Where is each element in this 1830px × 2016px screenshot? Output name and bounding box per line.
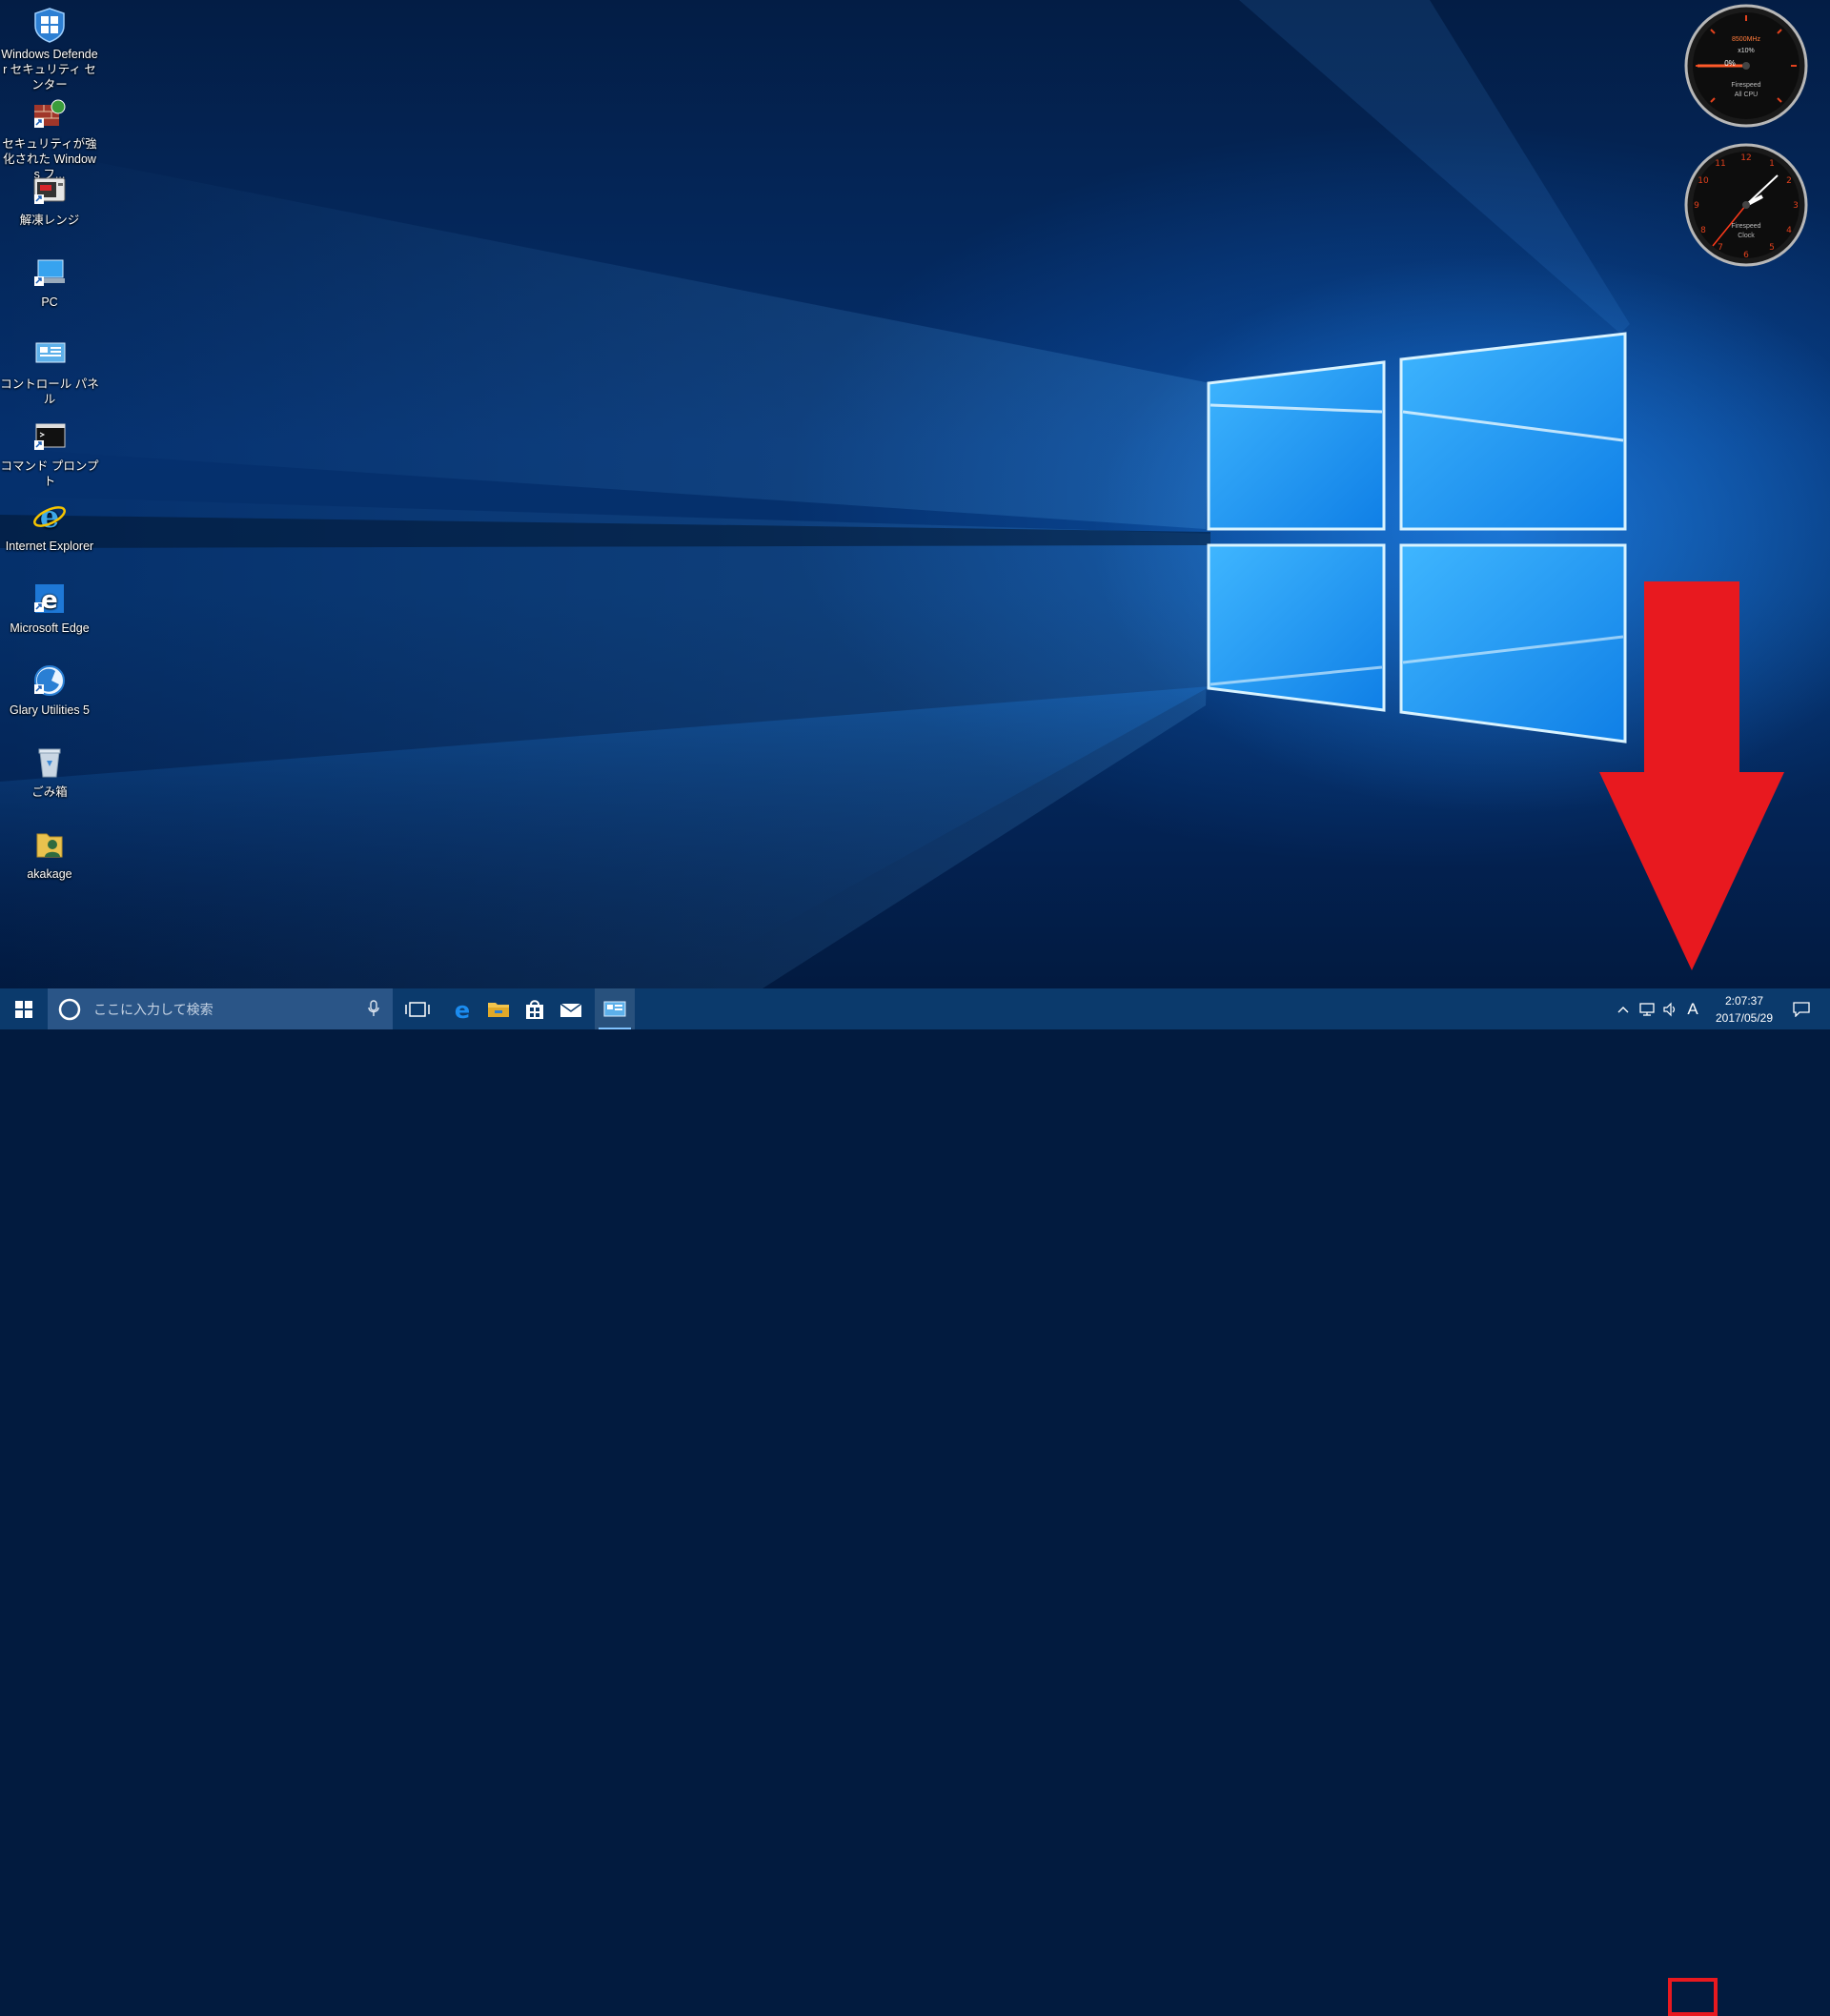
desktop-icon-decompress-range[interactable]: 解凍レンジ	[0, 172, 99, 228]
clock-gadget[interactable]: 12 1 2 345 678 9 10 11 Firespeed Clock	[1684, 143, 1808, 267]
store-icon	[526, 999, 543, 1019]
svg-text:3: 3	[1793, 201, 1799, 211]
svg-text:5: 5	[1769, 243, 1775, 253]
command-prompt-icon	[30, 417, 69, 456]
cpu-meter-gadget[interactable]: 8500MHz x10% 0% Firespeed All CPU	[1684, 4, 1808, 128]
desktop-icon-windows-defender[interactable]: Windows Defender セキュリティ センター	[0, 6, 99, 92]
svg-text:6: 6	[1743, 251, 1749, 260]
cpu-gadget-title: Firespeed	[1731, 82, 1761, 89]
chevron-up-icon	[1617, 1006, 1629, 1012]
network-icon	[1639, 1002, 1655, 1016]
desktop-icon-recycle-bin[interactable]: ごみ箱	[0, 743, 99, 800]
desktop-icon-label: Glary Utilities 5	[9, 703, 91, 717]
network-button[interactable]	[1636, 988, 1660, 1029]
svg-text:e: e	[40, 499, 59, 534]
taskbar-edge[interactable]: e	[443, 988, 481, 1029]
desktop-icon-label: Internet Explorer	[5, 540, 94, 553]
desktop-icon-label: PC	[41, 295, 58, 309]
cpu-freq: 8500MHz	[1732, 36, 1760, 43]
taskbar-store[interactable]	[516, 988, 554, 1029]
desktop-icon-label: 解凍レンジ	[19, 214, 80, 227]
edge-icon: e	[455, 998, 470, 1021]
cpu-multiplier: x10%	[1738, 48, 1755, 54]
desktop-icon-edge[interactable]: e Microsoft Edge	[0, 580, 99, 636]
desktop-icon-label: Windows Defender セキュリティ センター	[1, 48, 98, 92]
clock-gadget-title: Firespeed	[1731, 223, 1761, 230]
glary-utilities-icon	[30, 662, 69, 700]
file-explorer-icon	[488, 1002, 509, 1017]
internet-explorer-icon: e	[30, 498, 69, 536]
svg-text:9: 9	[1694, 201, 1699, 211]
ime-mode-indicator[interactable]: A	[1672, 988, 1714, 1029]
mail-icon	[559, 1002, 582, 1017]
taskbar-file-explorer[interactable]	[479, 988, 518, 1029]
control-panel-icon	[30, 336, 69, 374]
pc-icon	[30, 254, 69, 292]
search-placeholder: ここに入力して検索	[93, 1001, 214, 1017]
cortana-icon	[58, 998, 81, 1020]
desktop-icon-label: Microsoft Edge	[10, 621, 90, 635]
show-hidden-icons-button[interactable]	[1613, 988, 1634, 1029]
desktop-icon-control-panel[interactable]: コントロール パネル	[0, 336, 99, 407]
action-center-button[interactable]	[1782, 988, 1820, 1029]
ime-highlight-annotation	[1668, 1978, 1718, 2016]
clock-time: 2:07:37	[1724, 994, 1764, 1008]
desktop-icon-internet-explorer[interactable]: e Internet Explorer	[0, 498, 99, 554]
windows-defender-icon	[30, 6, 69, 44]
taskbar-control-panel[interactable]	[595, 988, 635, 1029]
desktop-icon-label: コントロール パネル	[0, 377, 99, 406]
desktop-icon-firewall[interactable]: セキュリティが強化された Windows フ...	[0, 95, 99, 182]
desktop-icon-label: ごみ箱	[31, 785, 68, 799]
desktop-icon-pc[interactable]: PC	[0, 254, 99, 310]
taskbar: ここに入力して検索 e A 2:07:37 2017/05/29	[0, 988, 1830, 2016]
search-box[interactable]: ここに入力して検索	[48, 988, 393, 1029]
svg-text:12: 12	[1740, 153, 1751, 163]
windows-logo-icon	[15, 1000, 32, 1018]
microphone-icon[interactable]	[368, 1000, 379, 1017]
user-folder-icon	[30, 825, 69, 864]
desktop-icon-user-folder[interactable]: akakage	[0, 825, 99, 882]
svg-text:10: 10	[1698, 176, 1709, 186]
desktop-icon-label: コマンド プロンプト	[0, 459, 99, 488]
notification-icon	[1793, 1001, 1810, 1017]
taskbar-clock[interactable]: 2:07:37 2017/05/29	[1711, 992, 1778, 1027]
svg-text:e: e	[455, 998, 470, 1021]
firewall-icon	[30, 95, 69, 133]
desktop-icon-command-prompt[interactable]: コマンド プロンプト	[0, 417, 99, 489]
task-view-button[interactable]	[398, 988, 437, 1029]
cpu-percent: 0%	[1724, 59, 1736, 68]
svg-text:7: 7	[1718, 243, 1723, 253]
clock-date: 2017/05/29	[1715, 1011, 1774, 1025]
clock-gadget-subtitle: Clock	[1738, 233, 1755, 239]
svg-text:2: 2	[1786, 176, 1792, 186]
start-button[interactable]	[0, 988, 48, 1029]
desktop-icon-label: akakage	[27, 867, 72, 881]
decompress-range-icon	[30, 172, 69, 210]
desktop-icon-glary-utilities[interactable]: Glary Utilities 5	[0, 662, 99, 718]
svg-text:1: 1	[1769, 159, 1775, 169]
control-panel-icon	[603, 1001, 626, 1016]
desktop-wallpaper	[0, 0, 1830, 988]
task-view-icon	[405, 1001, 430, 1017]
red-arrow-annotation	[1599, 581, 1784, 970]
svg-text:11: 11	[1715, 159, 1725, 169]
edge-icon: e	[30, 580, 69, 618]
cpu-gadget-subtitle: All CPU	[1734, 92, 1759, 98]
recycle-bin-icon	[30, 743, 69, 782]
taskbar-mail[interactable]	[552, 988, 590, 1029]
